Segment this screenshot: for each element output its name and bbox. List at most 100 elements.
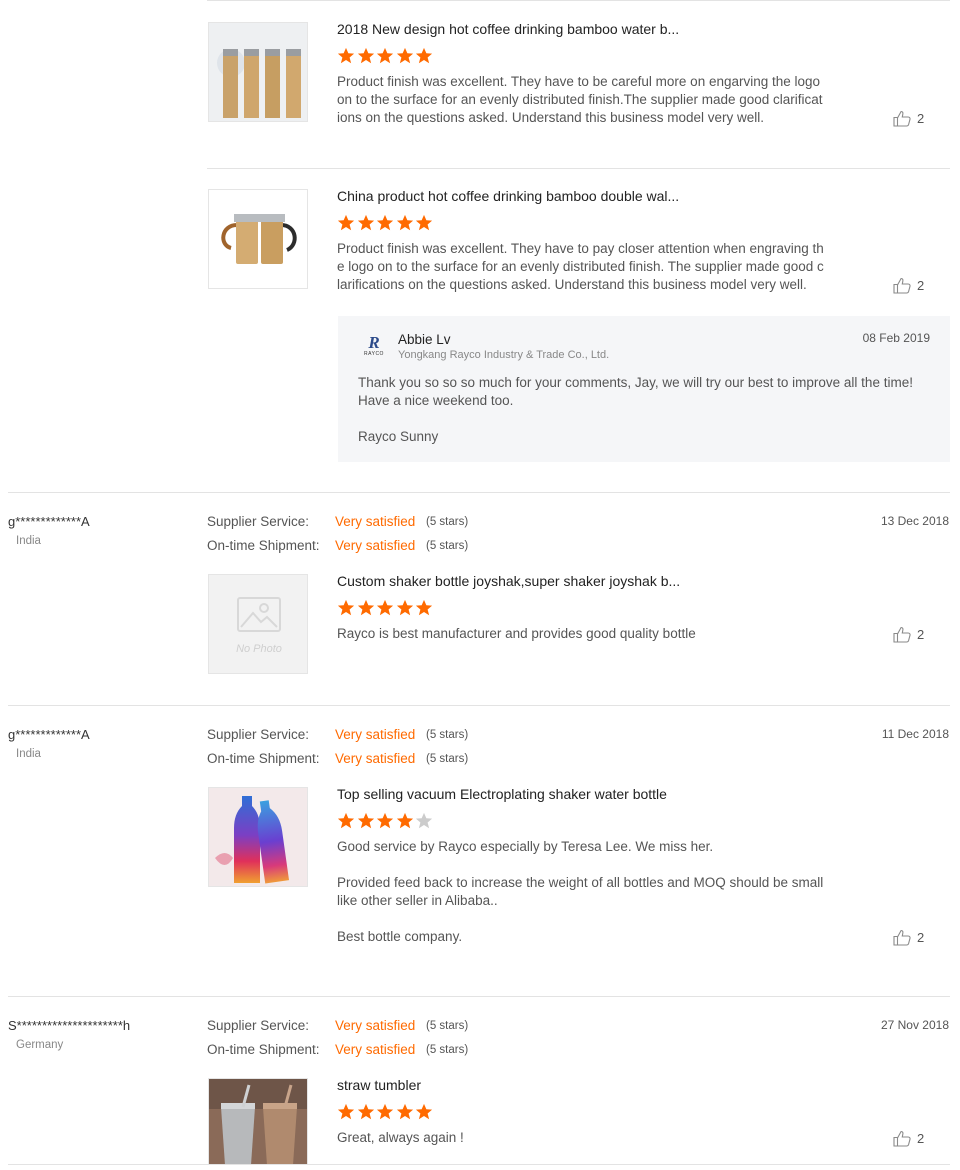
star-filled-icon [396, 214, 413, 231]
like-button[interactable]: 2 [893, 1130, 924, 1148]
supplier-service-value: Very satisfied [335, 1018, 416, 1033]
star-filled-icon [337, 599, 355, 616]
star-filled-icon [396, 599, 413, 616]
supplier-service-stars: (5 stars) [426, 729, 469, 741]
product-thumbnail[interactable] [208, 1078, 308, 1164]
reviewer-name: S*********************h [8, 1018, 131, 1033]
like-count: 2 [917, 278, 925, 294]
reviewer-country: India [16, 748, 41, 760]
star-empty-icon [415, 812, 433, 829]
review-text: Great, always again ! [337, 1130, 464, 1145]
like-button[interactable]: 2 [893, 110, 924, 128]
supplier-service-label: Supplier Service: [207, 1018, 310, 1033]
image-placeholder-icon [237, 597, 281, 632]
product-title-link[interactable]: 2018 New design hot coffee drinking bamb… [337, 21, 679, 37]
review-date: 27 Nov 2018 [880, 1018, 949, 1032]
product-title-link[interactable]: Custom shaker bottle joyshak,super shake… [337, 573, 680, 589]
like-button[interactable]: 2 [893, 277, 924, 295]
star-filled-icon [396, 47, 413, 64]
star-filled-icon [337, 47, 355, 64]
star-filled-icon [357, 214, 374, 231]
star-filled-icon [357, 47, 374, 64]
reply-text: Thank you so so so much for your comment… [358, 375, 913, 390]
shipment-value: Very satisfied [335, 538, 416, 553]
star-filled-icon [396, 1103, 413, 1120]
like-count: 2 [917, 1131, 925, 1147]
supplier-reply: R RAYCO Abbie Lv Yongkang Rayco Industry… [338, 316, 950, 462]
star-filled-icon [415, 47, 433, 64]
star-filled-icon [337, 1103, 355, 1120]
review-date: 11 Dec 2018 [881, 727, 949, 741]
reply-text: Have a nice weekend too. [358, 393, 514, 408]
rating-stars [337, 812, 435, 830]
supplier-service-stars: (5 stars) [426, 516, 469, 528]
shipment-label: On-time Shipment: [207, 1042, 320, 1057]
star-filled-icon [376, 599, 394, 616]
reply-date: 08 Feb 2019 [862, 331, 930, 345]
like-button[interactable]: 2 [893, 626, 924, 644]
star-filled-icon [415, 1103, 433, 1120]
shipment-value: Very satisfied [335, 751, 416, 766]
shipment-stars: (5 stars) [426, 540, 469, 552]
reply-signature: Rayco Sunny [358, 429, 439, 444]
rating-stars [337, 1103, 435, 1121]
bamboo-bottles-image [209, 23, 307, 121]
review-text: Product finish was excellent. They have … [337, 74, 823, 125]
product-thumbnail[interactable] [208, 189, 308, 289]
supplier-service-value: Very satisfied [335, 514, 416, 529]
star-filled-icon [415, 599, 433, 616]
reply-author: Abbie Lv [398, 332, 451, 347]
shipment-stars: (5 stars) [426, 753, 469, 765]
star-filled-icon [357, 599, 374, 616]
thumbs-up-icon [893, 111, 911, 127]
star-filled-icon [337, 812, 355, 829]
shipment-label: On-time Shipment: [207, 538, 320, 553]
star-filled-icon [376, 1103, 394, 1120]
like-button[interactable]: 2 [893, 929, 924, 947]
like-count: 2 [917, 111, 925, 127]
product-title-link[interactable]: Top selling vacuum Electroplating shaker… [337, 786, 667, 802]
product-thumbnail[interactable] [208, 787, 308, 887]
review-text: Product finish was excellent. They have … [337, 241, 824, 292]
no-photo-label: No Photo [236, 643, 282, 655]
like-count: 2 [917, 627, 925, 643]
supplier-service-stars: (5 stars) [426, 1020, 469, 1032]
supplier-logo: R RAYCO [364, 333, 384, 357]
shipment-value: Very satisfied [335, 1042, 416, 1057]
reply-company: Yongkang Rayco Industry & Trade Co., Ltd… [398, 349, 610, 361]
rating-stars [337, 47, 435, 65]
supplier-service-label: Supplier Service: [207, 727, 310, 742]
star-filled-icon [376, 214, 394, 231]
thumbs-up-icon [893, 1131, 911, 1147]
rating-stars [337, 214, 435, 232]
thumbs-up-icon [893, 930, 911, 946]
supplier-service-label: Supplier Service: [207, 514, 310, 529]
star-filled-icon [337, 214, 355, 231]
straw-tumblers-image [209, 1079, 307, 1164]
review-text: Rayco is best manufacturer and provides … [337, 626, 696, 641]
star-filled-icon [396, 812, 413, 829]
bamboo-mugs-image [209, 190, 307, 288]
star-filled-icon [357, 1103, 374, 1120]
reviewer-country: India [16, 535, 41, 547]
product-title-link[interactable]: China product hot coffee drinking bamboo… [337, 188, 679, 204]
reviewer-name: g*************A [8, 727, 90, 742]
thumbs-up-icon [893, 627, 911, 643]
supplier-service-value: Very satisfied [335, 727, 416, 742]
star-filled-icon [357, 812, 374, 829]
review-date: 13 Dec 2018 [880, 514, 949, 528]
shipment-stars: (5 stars) [426, 1044, 469, 1056]
product-title-link[interactable]: straw tumbler [337, 1077, 421, 1093]
reviewer-country: Germany [16, 1039, 64, 1051]
shipment-label: On-time Shipment: [207, 751, 320, 766]
star-filled-icon [376, 47, 394, 64]
review-text: Good service by Rayco especially by Tere… [337, 839, 824, 944]
reviewer-name: g*************A [8, 514, 90, 529]
product-thumbnail-placeholder[interactable]: No Photo [208, 574, 308, 674]
like-count: 2 [917, 930, 925, 946]
star-filled-icon [376, 812, 394, 829]
star-filled-icon [415, 214, 433, 231]
thumbs-up-icon [893, 278, 911, 294]
electroplated-bottles-image [209, 788, 307, 886]
product-thumbnail[interactable] [208, 22, 308, 122]
